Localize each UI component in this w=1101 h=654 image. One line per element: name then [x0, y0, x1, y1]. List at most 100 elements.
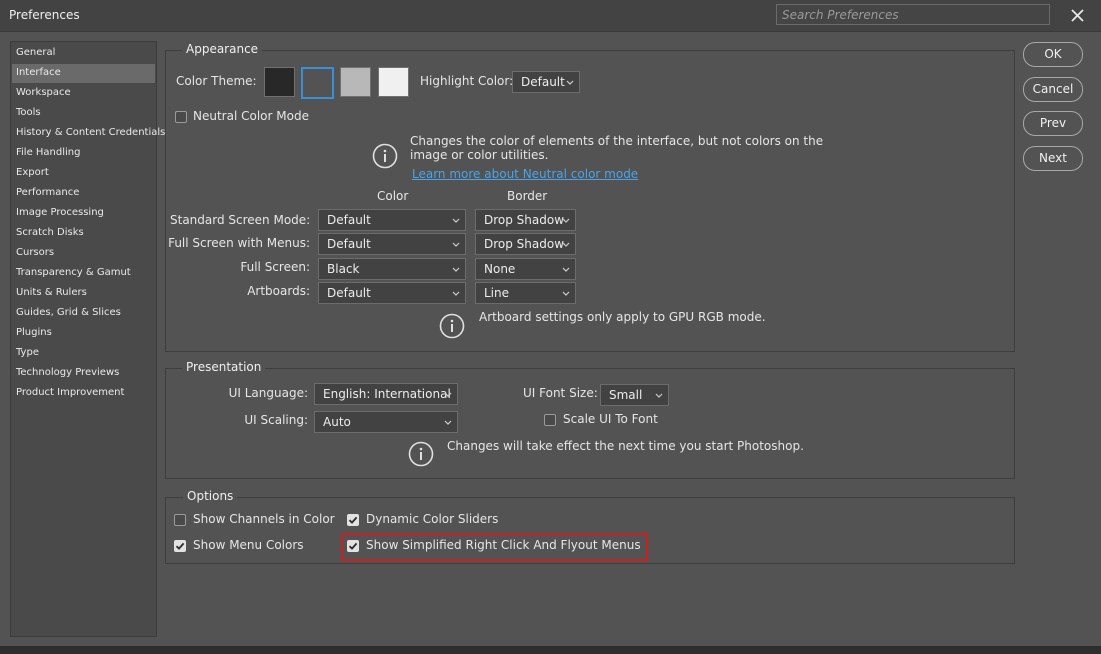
select-value: Auto — [323, 415, 351, 429]
chevron-down-icon — [452, 218, 460, 223]
sidebar-item-image-processing[interactable]: Image Processing — [12, 204, 155, 223]
highlight-color-value: Default — [521, 75, 565, 89]
full-screen-border-select[interactable]: None — [475, 258, 576, 280]
sidebar-item-tools[interactable]: Tools — [12, 104, 155, 123]
cancel-button[interactable]: Cancel — [1023, 77, 1083, 102]
select-value: Drop Shadow — [484, 213, 565, 227]
info-icon — [408, 441, 434, 467]
chevron-down-icon — [655, 393, 663, 398]
ui-font-size-select[interactable]: Small — [600, 384, 669, 406]
column-header-border: Border — [507, 189, 548, 203]
show-menu-colors-checkbox[interactable] — [174, 540, 186, 552]
sidebar-item-technology-previews[interactable]: Technology Previews — [12, 364, 155, 383]
full-screen-menus-border-select[interactable]: Drop Shadow — [475, 233, 576, 255]
highlight-color-label: Highlight Color: — [420, 74, 514, 88]
artboards-color-select[interactable]: Default — [318, 282, 466, 304]
full-screen-menus-color-select[interactable]: Default — [318, 233, 466, 255]
highlight-color-select[interactable]: Default — [512, 71, 580, 93]
select-value: Drop Shadow — [484, 237, 565, 251]
neutral-info-line2: image or color utilities. — [410, 148, 549, 162]
scale-ui-to-font-label: Scale UI To Font — [563, 412, 658, 426]
theme-swatch-medium-dark[interactable] — [301, 67, 334, 99]
select-value: Default — [327, 286, 371, 300]
full-screen-label: Full Screen: — [240, 260, 310, 274]
select-value: Small — [609, 388, 643, 402]
search-input[interactable] — [776, 4, 1050, 25]
standard-screen-border-select[interactable]: Drop Shadow — [475, 209, 576, 231]
sidebar-item-type[interactable]: Type — [12, 344, 155, 363]
select-value: Default — [327, 213, 371, 227]
dynamic-sliders-checkbox[interactable] — [347, 514, 359, 526]
sidebar-item-transparency[interactable]: Transparency & Gamut — [12, 264, 155, 283]
chevron-down-icon — [452, 242, 460, 247]
color-theme-label: Color Theme: — [176, 74, 257, 88]
presentation-legend: Presentation — [182, 360, 266, 374]
sidebar: General Interface Workspace Tools Histor… — [10, 41, 165, 637]
ui-language-select[interactable]: English: International — [314, 383, 458, 405]
simplified-menus-checkbox[interactable] — [347, 540, 359, 552]
sidebar-item-file-handling[interactable]: File Handling — [12, 144, 155, 163]
full-screen-color-select[interactable]: Black — [318, 258, 466, 280]
sidebar-item-export[interactable]: Export — [12, 164, 155, 183]
neutral-learn-more-link[interactable]: Learn more about Neutral color mode — [412, 167, 638, 181]
chevron-down-icon — [452, 291, 460, 296]
info-icon — [439, 313, 465, 339]
sidebar-item-history[interactable]: History & Content Credentials — [12, 124, 165, 143]
sidebar-item-cursors[interactable]: Cursors — [12, 244, 155, 263]
full-screen-menus-label: Full Screen with Menus: — [168, 236, 310, 250]
next-button[interactable]: Next — [1023, 146, 1083, 171]
chevron-down-icon — [444, 420, 452, 425]
select-value: Black — [327, 262, 360, 276]
neutral-info-line1: Changes the color of elements of the int… — [410, 134, 824, 148]
select-value: English: International — [323, 387, 451, 401]
artboards-border-select[interactable]: Line — [475, 282, 576, 304]
column-header-color: Color — [377, 189, 409, 203]
ok-button[interactable]: OK — [1023, 42, 1083, 67]
ui-scaling-select[interactable]: Auto — [314, 411, 458, 433]
chevron-down-icon — [566, 80, 574, 85]
theme-swatch-darkest[interactable] — [264, 67, 295, 97]
theme-swatch-medium-light[interactable] — [340, 67, 371, 97]
scale-ui-to-font-checkbox[interactable] — [544, 414, 556, 426]
sidebar-item-product-improvement[interactable]: Product Improvement — [12, 384, 155, 403]
dynamic-sliders-label: Dynamic Color Sliders — [366, 512, 499, 526]
window-title: Preferences — [9, 8, 80, 22]
sidebar-item-guides[interactable]: Guides, Grid & Slices — [12, 304, 155, 323]
sidebar-item-general[interactable]: General — [12, 44, 155, 63]
neutral-color-mode-checkbox[interactable] — [175, 111, 187, 123]
chevron-down-icon — [562, 291, 570, 296]
sidebar-item-performance[interactable]: Performance — [12, 184, 155, 203]
chevron-down-icon — [452, 267, 460, 272]
info-icon — [372, 143, 398, 169]
chevron-down-icon — [444, 392, 452, 397]
standard-screen-color-select[interactable]: Default — [318, 209, 466, 231]
chevron-down-icon — [562, 242, 570, 247]
theme-swatch-lightest[interactable] — [378, 67, 409, 97]
select-value: None — [484, 262, 516, 276]
window-bottom-edge — [0, 646, 1101, 654]
prev-button[interactable]: Prev — [1023, 111, 1083, 136]
sidebar-item-plugins[interactable]: Plugins — [12, 324, 155, 343]
chevron-down-icon — [562, 218, 570, 223]
checkmark-icon — [175, 542, 185, 550]
select-value: Line — [484, 286, 510, 300]
checkmark-icon — [348, 542, 358, 550]
ui-font-size-label: UI Font Size: — [523, 386, 598, 400]
neutral-color-mode-label: Neutral Color Mode — [193, 109, 309, 123]
artboards-label: Artboards: — [247, 284, 310, 298]
sidebar-item-scratch-disks[interactable]: Scratch Disks — [12, 224, 155, 243]
ui-scaling-label: UI Scaling: — [244, 413, 308, 427]
sidebar-item-workspace[interactable]: Workspace — [12, 84, 155, 103]
show-channels-label: Show Channels in Color — [193, 512, 335, 526]
sidebar-item-units-rulers[interactable]: Units & Rulers — [12, 284, 155, 303]
standard-screen-mode-label: Standard Screen Mode: — [170, 213, 311, 227]
artboard-info-text: Artboard settings only apply to GPU RGB … — [479, 310, 766, 324]
close-icon[interactable] — [1064, 4, 1090, 28]
select-value: Default — [327, 237, 371, 251]
show-menu-colors-label: Show Menu Colors — [193, 538, 304, 552]
sidebar-item-interface[interactable]: Interface — [12, 64, 155, 83]
show-channels-checkbox[interactable] — [174, 514, 186, 526]
ui-language-label: UI Language: — [228, 386, 308, 400]
presentation-info-text: Changes will take effect the next time y… — [447, 439, 804, 453]
appearance-legend: Appearance — [182, 42, 263, 56]
